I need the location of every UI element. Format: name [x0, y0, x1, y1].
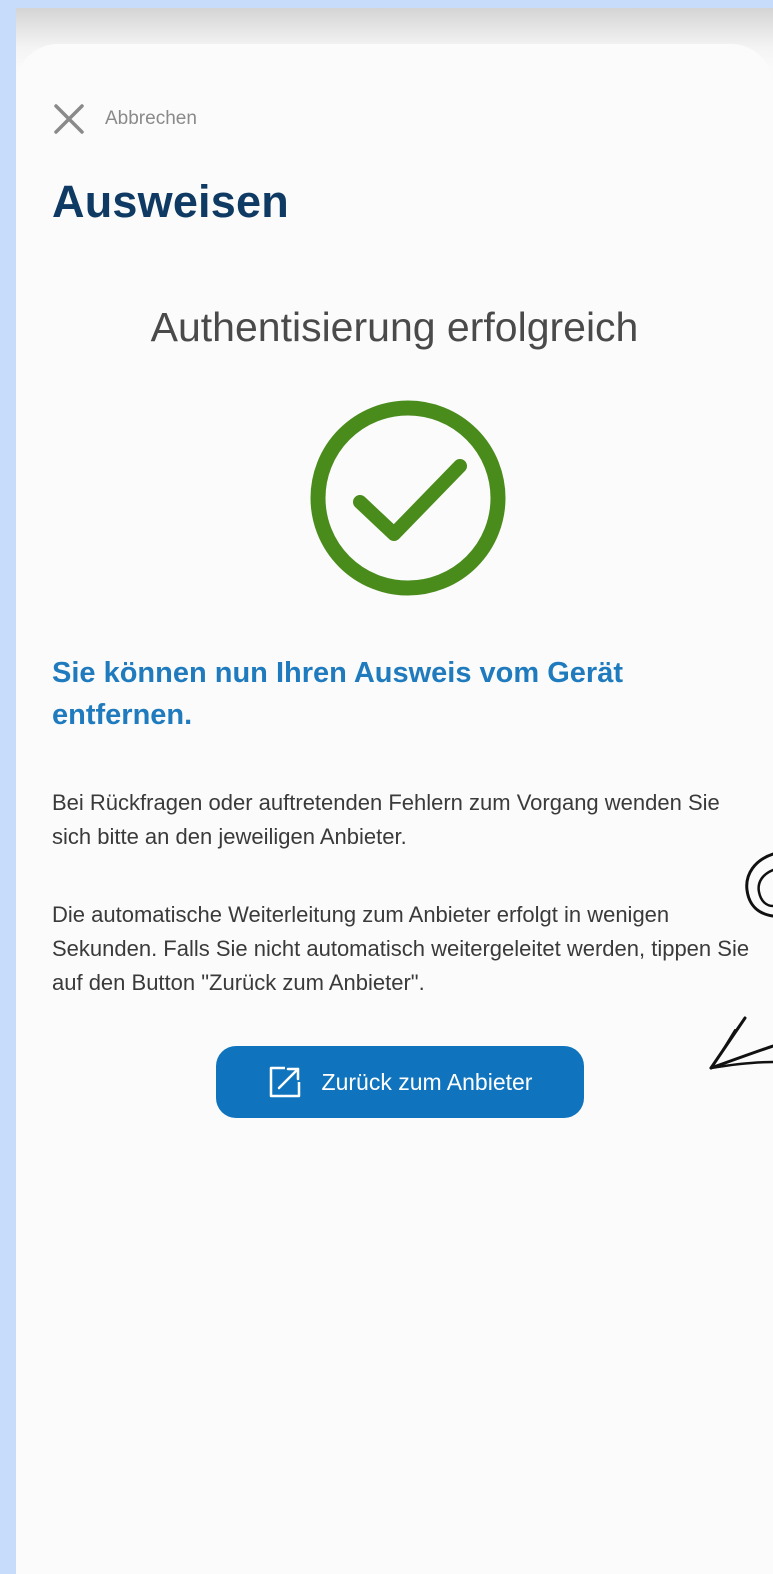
page-title: Ausweisen [52, 176, 289, 227]
close-icon[interactable] [53, 103, 85, 135]
info-paragraph: Bei Rückfragen oder auftretenden Fehlern… [52, 790, 720, 849]
external-link-icon [269, 1066, 300, 1098]
cancel-label[interactable]: Abbrechen [105, 108, 197, 130]
back-to-provider-label: Zurück zum Anbieter [321, 1068, 533, 1095]
checkmark-circle-icon [310, 400, 506, 596]
arrow-scribble-icon [709, 852, 773, 1070]
instruction-headline: Sie können nun Ihren Ausweis vom Gerät e… [52, 657, 623, 731]
status-title: Authentisierung erfolgreich [150, 304, 639, 350]
back-to-provider-button[interactable]: Zurück zum Anbieter [216, 1046, 584, 1118]
cancel-button[interactable]: Abbrechen [53, 104, 197, 134]
redirect-paragraph: Die automatische Weiterleitung zum Anbie… [52, 902, 750, 995]
